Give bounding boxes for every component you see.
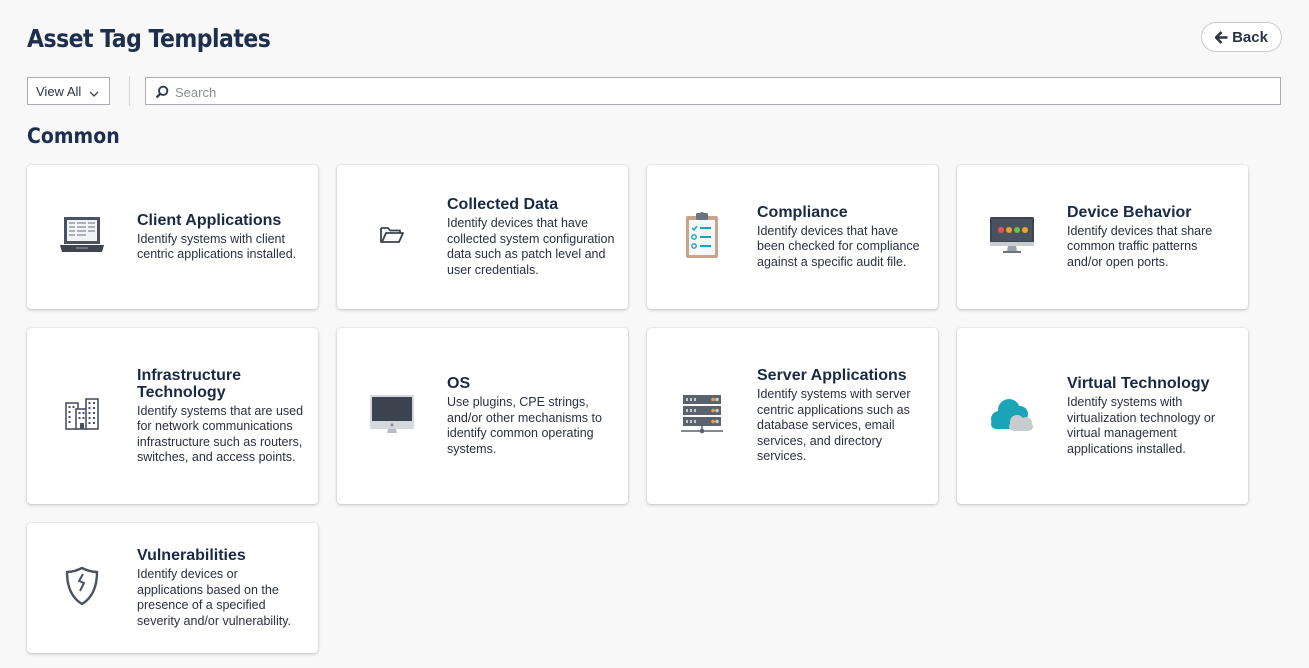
search-input[interactable]: [175, 82, 1265, 102]
card-device-behavior[interactable]: Device Behavior Identify devices that sh…: [957, 165, 1248, 309]
desktop-monitor-icon: [368, 393, 416, 440]
card-description: Use plugins, CPE strings, and/or other m…: [447, 395, 602, 456]
back-button[interactable]: Back: [1201, 22, 1282, 52]
card-virtual-technology[interactable]: Virtual Technology Identify systems with…: [957, 328, 1248, 504]
card-vulnerabilities[interactable]: Vulnerabilities Identify devices or appl…: [27, 523, 318, 653]
cloud-icon: [987, 395, 1037, 438]
card-description: Identify systems with virtualization tec…: [1067, 395, 1215, 456]
folder-icon: [379, 224, 405, 251]
monitor-dots-icon: [988, 215, 1036, 260]
card-title: Collected Data: [447, 196, 559, 213]
buildings-icon: [64, 397, 100, 436]
chevron-down-icon: [89, 86, 99, 101]
card-description: Identify systems that are used for netwo…: [137, 403, 304, 465]
search-box[interactable]: [145, 77, 1281, 105]
card-description: Identify devices that have collected sys…: [447, 216, 615, 277]
page-title: Asset Tag Templates: [27, 24, 271, 53]
card-title: OS: [447, 375, 471, 392]
arrow-left-icon: [1215, 30, 1228, 44]
card-title: Vulnerabilities: [137, 547, 246, 564]
toolbar-divider: [129, 76, 130, 106]
view-filter-value: View All: [36, 83, 82, 99]
card-description: Identify devices that share common traff…: [1067, 223, 1213, 269]
clipboard-checklist-icon: [684, 211, 720, 264]
card-description: Identify devices that have been checked …: [757, 223, 920, 269]
search-icon: [155, 85, 169, 104]
card-description: Identify devices or applications based o…: [137, 567, 292, 628]
card-title: Compliance: [757, 203, 848, 221]
card-server-applications[interactable]: Server Applications Identify systems wit…: [647, 328, 938, 504]
card-title: Virtual Technology: [1067, 375, 1210, 392]
card-os[interactable]: OS Use plugins, CPE strings, and/or othe…: [337, 328, 628, 504]
broken-shield-icon: [64, 566, 100, 611]
card-infrastructure-technology[interactable]: Infrastructure Technology Identify syste…: [27, 328, 318, 504]
card-description: Identify systems with client centric app…: [137, 231, 297, 262]
card-title: Client Applications: [137, 211, 282, 229]
card-collected-data[interactable]: Collected Data Identify devices that hav…: [337, 165, 628, 309]
card-title: Device Behavior: [1067, 203, 1192, 221]
card-title: Infrastructure Technology: [137, 366, 242, 401]
view-filter-select[interactable]: View All: [27, 77, 110, 105]
card-description: Identify systems with server centric app…: [757, 387, 911, 464]
card-compliance[interactable]: Compliance Identify devices that have be…: [647, 165, 938, 309]
back-label: Back: [1232, 28, 1268, 46]
server-rack-icon: [679, 393, 725, 440]
section-title: Common: [27, 124, 120, 148]
laptop-icon: [58, 214, 106, 261]
card-client-applications[interactable]: Client Applications Identify systems wit…: [27, 165, 318, 309]
template-grid: Client Applications Identify systems wit…: [27, 165, 1248, 653]
card-title: Server Applications: [757, 367, 907, 385]
